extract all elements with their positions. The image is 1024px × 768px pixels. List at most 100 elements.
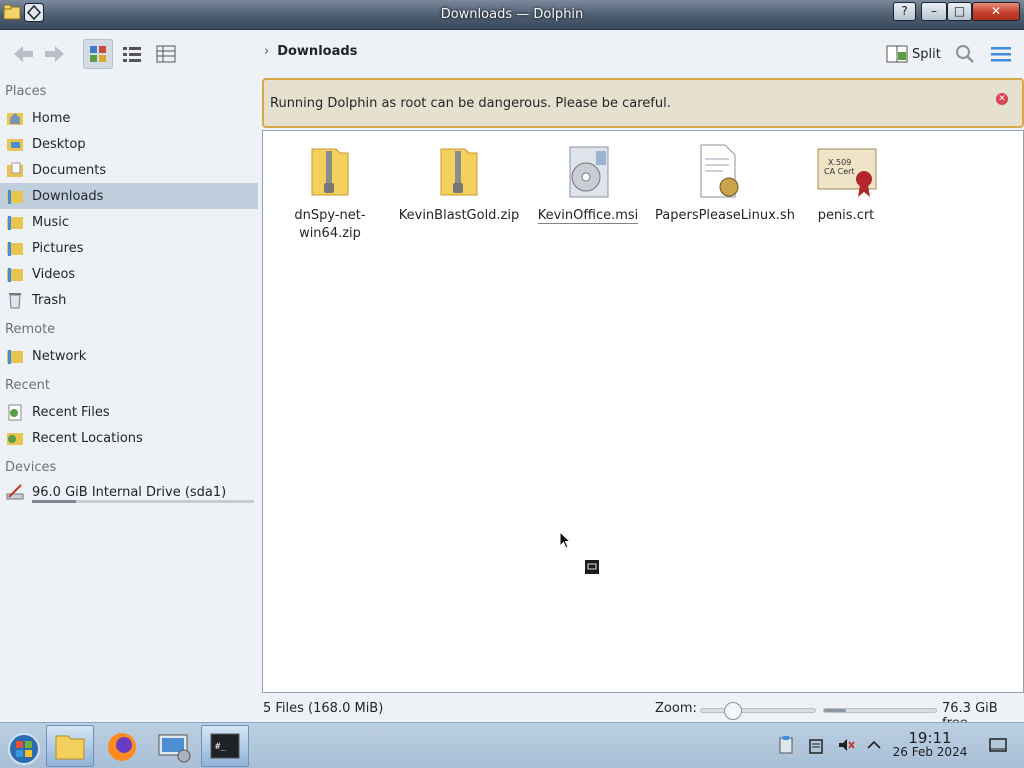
sidebar-item-label: Videos [32,266,76,282]
file-name: KevinOffice.msi [537,208,639,224]
sidebar-item-label: Music [32,214,69,230]
videos-icon [7,268,23,282]
home-icon [7,113,23,125]
taskbar: #_ 19:11 26 Feb 2024 [0,722,1024,768]
sidebar-item-label: Home [32,110,71,126]
sidebar-item-desktop[interactable]: Desktop [0,131,258,157]
file-name: penis.crt [817,208,875,223]
sidebar-item-videos[interactable]: Videos [0,261,258,287]
maximize-button[interactable]: □ [947,2,972,21]
sidebar-item-home[interactable]: Home [0,105,258,131]
device-notifier-icon[interactable] [806,735,826,755]
file-item[interactable]: dnSpy-net-win64.zip [268,139,392,243]
toolbar: › Downloads Split [0,30,1024,78]
drive-usage-bar [32,500,254,503]
chevron-right-icon: › [264,44,270,59]
downloads-icon [7,190,23,204]
svg-text:X.509: X.509 [828,158,851,167]
clock-date: 26 Feb 2024 [892,745,968,759]
back-arrow-icon[interactable] [8,39,38,69]
sidebar-item-downloads[interactable]: Downloads [0,183,258,209]
icons-view-icon [90,46,106,62]
icons-view-button[interactable] [83,39,113,69]
network-icon [7,350,23,364]
clipboard-icon[interactable] [776,735,796,755]
help-button[interactable]: ? [893,2,916,21]
file-name: dnSpy-net-win64.zip [294,208,366,241]
split-label: Split [912,46,941,62]
pictures-icon [7,242,23,256]
zip-archive-icon [440,148,478,196]
search-icon[interactable] [952,41,978,67]
volume-muted-icon[interactable] [836,735,856,755]
places-sidebar: Places Home Desktop Documents Downloads … [0,78,260,718]
sidebar-item-recent-files[interactable]: Recent Files [0,399,258,425]
close-icon[interactable]: ✕ [996,93,1008,105]
sidebar-item-documents[interactable]: Documents [0,157,258,183]
show-desktop-icon[interactable] [988,735,1008,755]
sidebar-item-label: 96.0 GiB Internal Drive (sda1) [32,484,227,500]
svg-text:#_: #_ [215,742,226,752]
file-name: PapersPleaseLinux.sh [655,208,795,223]
start-orb-icon[interactable] [2,725,50,767]
file-item[interactable]: X.509 CA Cert penis.crt [784,139,908,225]
taskbar-file-manager[interactable] [46,725,94,767]
hamburger-menu-icon[interactable] [988,41,1014,67]
drive-usage-fill [32,500,77,503]
sidebar-item-label: Downloads [32,188,104,204]
file-item[interactable]: KevinBlastGold.zip [397,139,521,225]
file-manager-icon [55,735,85,760]
sidebar-item-trash[interactable]: Trash [0,287,258,313]
zip-archive-icon [311,148,349,196]
taskbar-terminal[interactable]: #_ [201,725,249,767]
breadcrumb-current[interactable]: Downloads [277,44,357,59]
root-warning-banner: Running Dolphin as root can be dangerous… [262,78,1024,128]
recent-locations-icon [7,433,23,445]
firefox-icon[interactable] [98,725,146,767]
file-item[interactable]: PapersPleaseLinux.sh [655,139,795,225]
sidebar-item-label: Trash [32,292,67,308]
zoom-slider[interactable] [700,702,816,720]
clock[interactable]: 19:11 26 Feb 2024 [890,729,970,760]
close-button[interactable]: ✕ [972,2,1020,21]
system-settings-icon[interactable] [150,725,198,767]
status-bar: 5 Files (168.0 MiB) Zoom: 76.3 GiB free [0,696,1024,731]
sidebar-item-label: Documents [32,162,107,178]
section-recent: Recent [5,378,50,393]
sidebar-item-label: Recent Locations [32,430,143,446]
clock-time: 19:11 [908,729,952,747]
sidebar-item-recent-locations[interactable]: Recent Locations [0,425,258,451]
disk-space-fill [824,709,847,712]
zoom-slider-handle[interactable] [723,702,742,720]
sidebar-item-pictures[interactable]: Pictures [0,235,258,261]
msi-installer-icon [569,146,609,198]
forward-arrow-icon[interactable] [40,39,70,69]
minimize-button[interactable]: – [921,2,947,21]
desktop-icon [7,139,23,151]
details-view-icon[interactable] [151,39,181,69]
shell-script-icon [700,144,739,198]
compact-view-icon[interactable] [117,39,147,69]
sidebar-item-label: Pictures [32,240,84,256]
sidebar-item-label: Network [32,348,87,364]
section-remote: Remote [5,322,56,337]
sidebar-item-music[interactable]: Music [0,209,258,235]
zoom-label: Zoom: [655,701,697,716]
terminal-icon: #_ [210,733,240,759]
trash-icon [9,293,21,309]
section-places: Places [5,84,47,99]
file-item[interactable]: KevinOffice.msi [526,139,650,225]
sidebar-item-label: Recent Files [32,404,110,420]
window-titlebar[interactable]: Downloads — Dolphin ? – □ ✕ [0,0,1024,30]
breadcrumb[interactable]: › Downloads [264,44,357,59]
file-count: 5 Files (168.0 MiB) [263,701,384,716]
documents-icon [7,162,23,177]
disk-space-bar [823,708,937,713]
sidebar-item-network[interactable]: Network [0,343,258,369]
split-view-icon [886,45,908,63]
drive-icon [6,484,24,500]
file-view[interactable]: dnSpy-net-win64.zip KevinBlastGold.zip K… [262,130,1024,693]
certificate-icon: X.509 CA Cert [817,148,877,197]
chevron-up-icon[interactable] [864,735,884,755]
split-button[interactable]: Split [886,43,941,65]
